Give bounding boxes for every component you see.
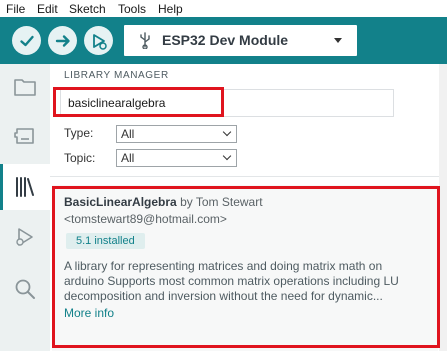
toolbar: ESP32 Dev Module — [0, 17, 447, 64]
scrollbar[interactable] — [439, 64, 447, 351]
menu-tools[interactable]: Tools — [118, 2, 146, 16]
debug-icon — [92, 33, 107, 50]
type-label: Type: — [64, 126, 94, 140]
sidebar — [0, 64, 50, 351]
board-icon — [14, 128, 34, 144]
menu-edit[interactable]: Edit — [37, 2, 58, 16]
panel-title: LIBRARY MANAGER — [64, 70, 169, 81]
verify-button[interactable] — [12, 26, 41, 55]
menu-sketch[interactable]: Sketch — [69, 2, 106, 16]
sidebar-item-boards-manager[interactable] — [0, 112, 50, 158]
sidebar-item-debug[interactable] — [0, 214, 50, 260]
chevron-down-icon — [222, 127, 232, 137]
arrow-right-icon — [55, 34, 70, 47]
topic-label: Topic: — [64, 151, 96, 165]
folder-icon — [14, 79, 36, 96]
sidebar-item-search[interactable] — [0, 266, 50, 312]
debug-button[interactable] — [84, 26, 113, 55]
board-selector[interactable]: ESP32 Dev Module — [124, 25, 357, 56]
menu-help[interactable]: Help — [158, 2, 183, 16]
usb-icon — [140, 32, 150, 49]
search-icon — [15, 279, 35, 299]
library-icon — [16, 177, 34, 197]
topic-select[interactable]: All — [116, 149, 237, 167]
sidebar-item-sketchbook[interactable] — [0, 64, 50, 110]
check-icon — [19, 35, 34, 46]
highlight-box-result — [52, 186, 440, 348]
divider — [50, 176, 439, 177]
debug-icon — [16, 228, 33, 246]
menu-bar: File Edit Sketch Tools Help — [0, 0, 447, 17]
board-name: ESP32 Dev Module — [162, 32, 289, 48]
type-select[interactable]: All — [116, 125, 237, 143]
chevron-down-icon — [334, 38, 342, 43]
menu-file[interactable]: File — [6, 2, 25, 16]
sidebar-item-library-manager[interactable] — [0, 164, 50, 210]
chevron-down-icon — [222, 151, 232, 161]
topic-select-value: All — [121, 151, 135, 165]
highlight-box-search — [53, 87, 224, 117]
type-select-value: All — [121, 127, 135, 141]
upload-button[interactable] — [48, 26, 77, 55]
